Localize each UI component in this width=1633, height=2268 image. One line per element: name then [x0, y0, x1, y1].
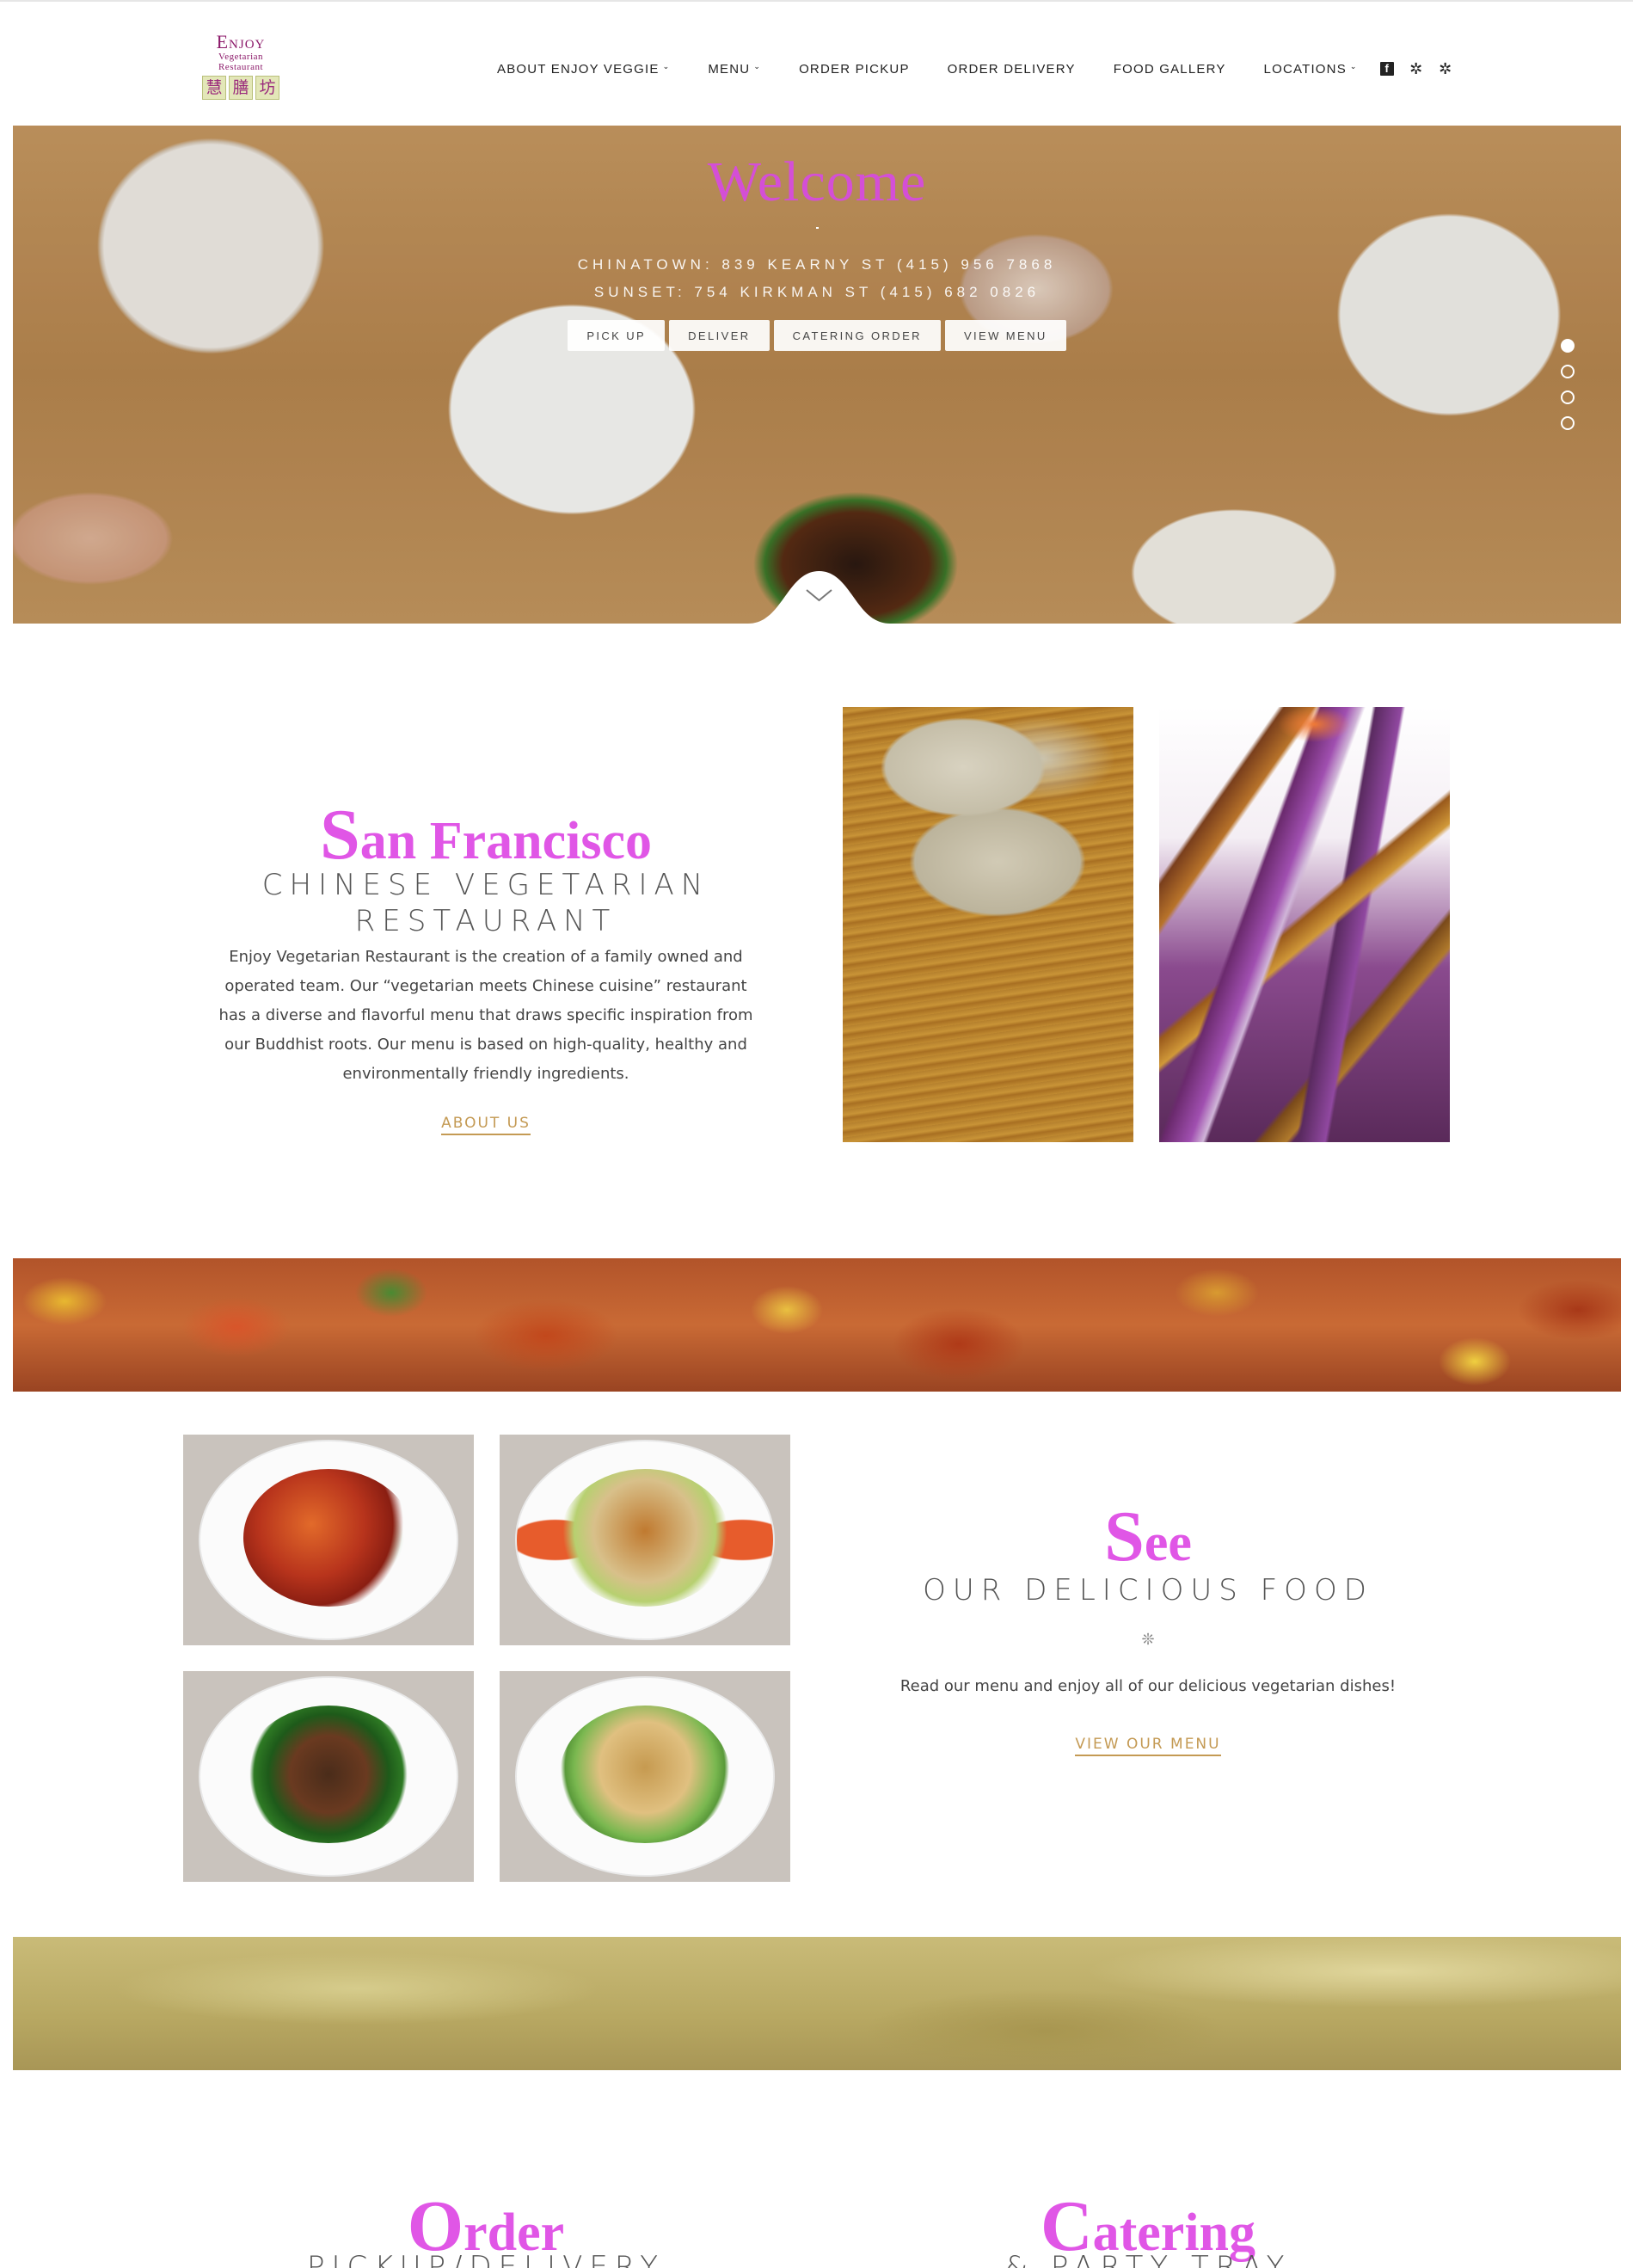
nav-menu[interactable]: MENU ⌄	[708, 62, 761, 77]
nav-label: LOCATIONS	[1263, 61, 1347, 77]
logo-text-vegetarian: Vegetarian	[218, 52, 264, 62]
logo-chinese-characters: 慧 膳 坊	[196, 76, 285, 100]
about-title-initial: S	[320, 795, 360, 875]
hero-slider: Welcome CHINATOWN: 839 KEARNY ST (415) 9…	[13, 126, 1621, 624]
dish-photo	[183, 1435, 474, 1645]
hero-title: Welcome	[707, 151, 927, 213]
logo-char: 慧	[202, 76, 226, 100]
slider-dot[interactable]	[1561, 416, 1575, 430]
hero-chinatown-address: CHINATOWN: 839 KEARNY ST (415) 956 7868	[577, 256, 1057, 273]
nav-about-enjoy-veggie[interactable]: ABOUT ENJOY VEGGIE ⌄	[497, 62, 670, 77]
see-title: See	[886, 1495, 1410, 1578]
about-description: Enjoy Vegetarian Restaurant is the creat…	[218, 948, 753, 1083]
view-menu-link-wrap: VIEW OUR MENU	[1015, 1736, 1281, 1756]
chevron-down-icon: ⌄	[1349, 61, 1358, 71]
about-title: San Francisco	[198, 793, 774, 876]
chevron-down-icon: ⌄	[662, 61, 671, 71]
hero-sunset-address: SUNSET: 754 KIRKMAN ST (415) 682 0826	[593, 284, 1041, 300]
slider-dot[interactable]	[1561, 390, 1575, 404]
order-subtitle: PICKUP/DELIVERY	[306, 2250, 666, 2268]
about-title-rest: an Francisco	[359, 812, 652, 870]
dish-photo	[500, 1435, 790, 1645]
logo-char: 膳	[229, 76, 253, 100]
see-title-rest: ee	[1144, 1514, 1192, 1572]
nav-label: FOOD GALLERY	[1113, 61, 1226, 77]
yelp-icon[interactable]: ✲	[1409, 61, 1423, 77]
slider-pagination	[1561, 339, 1575, 430]
nav-order-pickup[interactable]: ORDER PICKUP	[799, 62, 910, 77]
slider-dot[interactable]	[1561, 365, 1575, 378]
nav-food-gallery[interactable]: FOOD GALLERY	[1114, 62, 1226, 77]
dish-photo	[183, 1671, 474, 1882]
eggplant-photo	[1159, 707, 1450, 1142]
deliver-button[interactable]: DELIVER	[669, 320, 770, 351]
yelp-icon[interactable]: ✲	[1439, 61, 1452, 77]
slider-dot[interactable]	[1561, 339, 1575, 353]
restaurant-logo[interactable]: Enjoy Vegetarian Restaurant 慧 膳 坊	[196, 33, 285, 110]
nav-label: ORDER DELIVERY	[947, 61, 1076, 77]
logo-char: 坊	[255, 76, 279, 100]
hero-divider	[816, 227, 819, 229]
food-banner-image	[13, 1258, 1621, 1392]
social-links: f ✲ ✲	[1379, 61, 1452, 77]
dish-photo	[500, 1671, 790, 1882]
about-subtitle: CHINESE VEGETARIAN RESTAURANT	[261, 868, 710, 938]
main-nav: ABOUT ENJOY VEGGIE ⌄ MENU ⌄ ORDER PICKUP…	[497, 58, 1452, 79]
logo-text-enjoy: Enjoy	[216, 31, 266, 52]
logo-text-restaurant: Restaurant	[218, 62, 264, 72]
nav-label: ORDER PICKUP	[799, 61, 910, 77]
scroll-down-button[interactable]	[748, 571, 890, 624]
see-subtitle: OUR DELICIOUS FOOD	[923, 1573, 1373, 1607]
nav-locations[interactable]: LOCATIONS ⌄	[1264, 62, 1358, 77]
nav-label: ABOUT ENJOY VEGGIE	[497, 61, 660, 77]
about-us-link[interactable]: ABOUT US	[441, 1115, 531, 1135]
hero-buttons: PICK UP DELIVER CATERING ORDER VIEW MENU	[13, 320, 1621, 351]
see-title-initial: S	[1104, 1497, 1145, 1577]
food-banner-image	[13, 1937, 1621, 2070]
nav-order-delivery[interactable]: ORDER DELIVERY	[948, 62, 1076, 77]
view-our-menu-link[interactable]: VIEW OUR MENU	[1075, 1736, 1221, 1756]
chevron-down-icon: ⌄	[753, 61, 762, 71]
ornament-icon: ❊	[1141, 1631, 1155, 1648]
site-header: Enjoy Vegetarian Restaurant 慧 膳 坊 ABOUT …	[0, 2, 1633, 126]
about-us-link-wrap: ABOUT US	[400, 1115, 572, 1135]
dumpling-photo	[843, 707, 1133, 1142]
view-menu-button[interactable]: VIEW MENU	[944, 320, 1066, 351]
nav-label: MENU	[708, 61, 751, 77]
see-description: Read our menu and enjoy all of our delic…	[899, 1677, 1397, 1695]
catering-subtitle: & PARTY TRAY	[1004, 2250, 1292, 2268]
catering-order-button[interactable]: CATERING ORDER	[773, 320, 941, 351]
facebook-icon[interactable]: f	[1379, 62, 1394, 76]
pick-up-button[interactable]: PICK UP	[568, 320, 666, 351]
